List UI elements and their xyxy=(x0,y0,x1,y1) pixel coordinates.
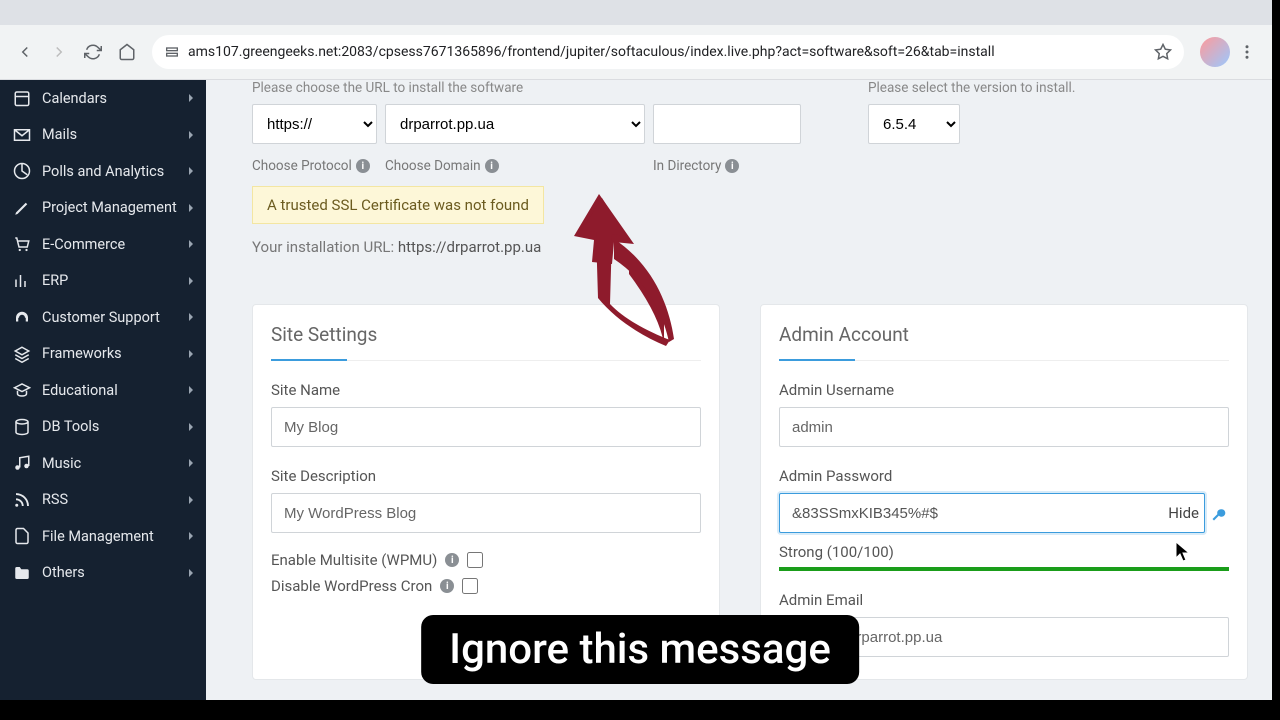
rss-icon xyxy=(12,490,32,510)
sidebar-item-polls[interactable]: Polls and Analytics xyxy=(0,153,206,190)
card-title: Site Settings xyxy=(271,323,701,361)
chevron-right-icon xyxy=(186,531,196,541)
chevron-right-icon xyxy=(186,385,196,395)
admin-pw-label: Admin Password xyxy=(779,467,1229,485)
admin-user-input[interactable] xyxy=(779,407,1229,447)
sidebar-item-dbtools[interactable]: DB Tools xyxy=(0,409,206,446)
domain-select[interactable]: drparrot.pp.ua xyxy=(385,104,645,144)
bookmark-icon[interactable] xyxy=(1154,43,1172,61)
sidebar-item-support[interactable]: Customer Support xyxy=(0,299,206,336)
chevron-right-icon xyxy=(186,312,196,322)
chart-icon xyxy=(12,271,32,291)
profile-avatar[interactable] xyxy=(1200,37,1230,67)
sidebar-item-mails[interactable]: Mails xyxy=(0,117,206,154)
forward-button[interactable] xyxy=(42,35,76,69)
ssl-warning: A trusted SSL Certificate was not found xyxy=(252,186,544,224)
caption-overlay: Ignore this message xyxy=(421,615,859,684)
address-bar[interactable]: ams107.greengeeks.net:2083/cpsess7671365… xyxy=(152,35,1184,69)
domain-label: Choose Domain xyxy=(385,158,481,174)
site-desc-label: Site Description xyxy=(271,467,701,485)
admin-user-label: Admin Username xyxy=(779,381,1229,399)
site-name-input[interactable] xyxy=(271,407,701,447)
pw-strength-bar xyxy=(779,567,1229,571)
info-icon[interactable]: i xyxy=(725,159,739,173)
folder-icon xyxy=(12,563,32,583)
calendar-icon xyxy=(12,88,32,108)
info-icon[interactable]: i xyxy=(356,159,370,173)
info-icon[interactable]: i xyxy=(440,579,454,593)
chevron-right-icon xyxy=(186,568,196,578)
mail-icon xyxy=(12,125,32,145)
database-icon xyxy=(12,417,32,437)
install-url-label: Your installation URL: xyxy=(252,238,398,256)
sidebar-item-project[interactable]: Project Management xyxy=(0,190,206,227)
sidebar-item-frameworks[interactable]: Frameworks xyxy=(0,336,206,373)
protocol-select[interactable]: https:// xyxy=(252,104,377,144)
file-icon xyxy=(12,526,32,546)
info-icon[interactable]: i xyxy=(445,553,459,567)
analytics-icon xyxy=(12,161,32,181)
layers-icon xyxy=(12,344,32,364)
reload-button[interactable] xyxy=(76,35,110,69)
chevron-right-icon xyxy=(186,130,196,140)
site-desc-input[interactable] xyxy=(271,493,701,533)
chevron-right-icon xyxy=(186,239,196,249)
multisite-label: Enable Multisite (WPMU) xyxy=(271,551,437,569)
sidebar-item-ecommerce[interactable]: E-Commerce xyxy=(0,226,206,263)
chevron-right-icon xyxy=(186,166,196,176)
info-icon[interactable]: i xyxy=(485,159,499,173)
main-content: Please choose the URL to install the sof… xyxy=(206,80,1272,700)
pencil-icon xyxy=(12,198,32,218)
protocol-label: Choose Protocol xyxy=(252,158,352,174)
admin-pw-input[interactable] xyxy=(779,493,1205,533)
home-button[interactable] xyxy=(110,35,144,69)
url-text: ams107.greengeeks.net:2083/cpsess7671365… xyxy=(188,44,1146,60)
key-icon[interactable] xyxy=(1211,504,1229,522)
back-button[interactable] xyxy=(8,35,42,69)
pw-strength-label: Strong (100/100) xyxy=(779,543,1229,561)
music-icon xyxy=(12,453,32,473)
card-title: Admin Account xyxy=(779,323,1229,361)
url-hint: Please choose the URL to install the sof… xyxy=(252,80,838,96)
cart-icon xyxy=(12,234,32,254)
multisite-checkbox[interactable] xyxy=(467,552,483,568)
sidebar-item-file[interactable]: File Management xyxy=(0,518,206,555)
chevron-right-icon xyxy=(186,276,196,286)
pw-hide-toggle[interactable]: Hide xyxy=(1168,504,1199,522)
chevron-right-icon xyxy=(186,203,196,213)
chevron-right-icon xyxy=(186,495,196,505)
sidebar-item-music[interactable]: Music xyxy=(0,445,206,482)
directory-label: In Directory xyxy=(653,158,721,174)
sidebar-item-others[interactable]: Others xyxy=(0,555,206,592)
site-settings-icon[interactable] xyxy=(164,44,180,60)
chevron-right-icon xyxy=(186,349,196,359)
version-hint: Please select the version to install. xyxy=(868,80,1248,96)
sidebar-item-erp[interactable]: ERP xyxy=(0,263,206,300)
sidebar-item-rss[interactable]: RSS xyxy=(0,482,206,519)
site-name-label: Site Name xyxy=(271,381,701,399)
sidebar-item-educational[interactable]: Educational xyxy=(0,372,206,409)
admin-email-label: Admin Email xyxy=(779,591,1229,609)
browser-toolbar: ams107.greengeeks.net:2083/cpsess7671365… xyxy=(0,25,1272,80)
chevron-right-icon xyxy=(186,422,196,432)
version-select[interactable]: 6.5.4 xyxy=(868,104,960,144)
chevron-right-icon xyxy=(186,458,196,468)
install-url-value: https://drparrot.pp.ua xyxy=(398,238,541,256)
headset-icon xyxy=(12,307,32,327)
sidebar-item-calendars[interactable]: Calendars xyxy=(0,80,206,117)
browser-menu-button[interactable] xyxy=(1230,35,1264,69)
graduation-icon xyxy=(12,380,32,400)
chevron-right-icon xyxy=(186,93,196,103)
cron-label: Disable WordPress Cron xyxy=(271,577,432,595)
cron-checkbox[interactable] xyxy=(462,578,478,594)
sidebar: Calendars Mails Polls and Analytics Proj… xyxy=(0,80,206,700)
directory-input[interactable] xyxy=(653,104,801,144)
